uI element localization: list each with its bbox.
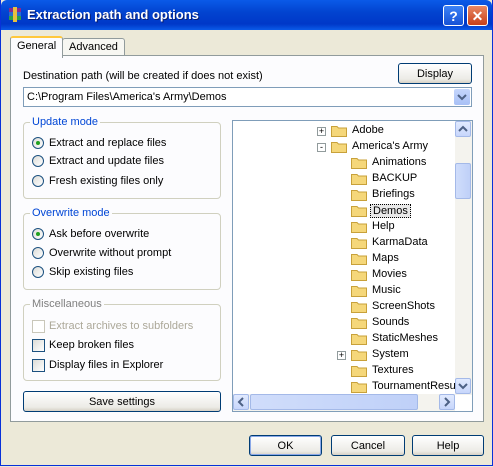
dropdown-arrow-button[interactable] <box>454 89 470 105</box>
cancel-button[interactable]: Cancel <box>331 435 405 456</box>
radio-button[interactable] <box>32 137 44 149</box>
folder-icon <box>351 366 367 377</box>
folder-icon <box>351 302 367 313</box>
folder-icon <box>331 142 347 153</box>
window-title: Extraction path and options <box>27 7 199 22</box>
display-button[interactable]: Display <box>398 63 472 84</box>
folder-icon <box>351 158 367 169</box>
folder-icon <box>351 238 367 249</box>
folder-icon <box>351 318 367 329</box>
chevron-right-icon <box>444 397 451 407</box>
folder-icon <box>351 350 367 361</box>
overwrite-mode-title: Overwrite mode <box>30 207 112 219</box>
title-bar[interactable]: Extraction path and options ? ✕ <box>1 0 492 30</box>
horizontal-scrollbar[interactable] <box>233 394 455 411</box>
update-mode-group: Update mode Extract and replace files Ex… <box>23 116 221 199</box>
checkbox <box>32 320 45 333</box>
tree-folder-label: System <box>372 348 409 360</box>
radio-button[interactable] <box>32 175 44 187</box>
chevron-down-icon <box>458 383 468 390</box>
title-help-button[interactable]: ? <box>443 5 464 26</box>
scroll-right-button[interactable] <box>439 394 455 410</box>
vertical-scrollbar[interactable] <box>455 121 472 395</box>
scroll-down-button[interactable] <box>455 378 471 394</box>
overwrite-mode-group: Overwrite mode Ask before overwrite Over… <box>23 207 221 290</box>
chevron-left-icon <box>237 397 244 407</box>
checkbox-label: Keep broken files <box>49 339 134 351</box>
checkbox-label: Extract archives to subfolders <box>49 320 194 332</box>
folder-icon <box>351 334 367 345</box>
radio-label: Ask before overwrite <box>49 228 150 240</box>
title-close-button[interactable]: ✕ <box>467 5 488 26</box>
tree-folder-label: Animations <box>372 156 427 168</box>
tree-folder-label: BACKUP <box>372 172 418 184</box>
destination-path-combo[interactable]: C:\Program Files\America's Army\Demos <box>23 87 472 107</box>
vertical-scroll-thumb[interactable] <box>455 163 471 199</box>
update-mode-title: Update mode <box>30 116 101 128</box>
winrar-icon <box>9 7 21 22</box>
tab-general[interactable]: General <box>10 36 64 58</box>
folder-icon <box>351 382 367 393</box>
tree-folder-label: TournamentResu <box>372 380 456 392</box>
expand-icon[interactable]: + <box>317 127 326 136</box>
radio-button[interactable] <box>32 155 44 167</box>
radio-button[interactable] <box>32 228 44 240</box>
folder-icon <box>351 190 367 201</box>
tree-folder-label: Textures <box>372 364 414 376</box>
radio-label: Extract and replace files <box>49 137 167 149</box>
collapse-icon[interactable]: - <box>317 143 326 152</box>
destination-path-value: C:\Program Files\America's Army\Demos <box>27 91 227 103</box>
folder-tree[interactable]: + Adobe - America's Army Animations BACKUP Bri… <box>232 120 473 412</box>
folder-icon <box>351 286 367 297</box>
radio-button[interactable] <box>32 266 44 278</box>
folder-icon <box>351 174 367 185</box>
checkbox[interactable] <box>32 359 45 372</box>
help-button[interactable]: Help <box>412 435 484 456</box>
horizontal-scroll-thumb[interactable] <box>250 394 418 410</box>
folder-icon <box>351 254 367 265</box>
folder-icon <box>351 270 367 281</box>
scroll-left-button[interactable] <box>233 394 249 410</box>
tree-folder-label: Demos <box>370 204 411 218</box>
chevron-up-icon <box>458 125 468 132</box>
radio-label: Extract and update files <box>49 155 164 167</box>
scroll-up-button[interactable] <box>455 121 471 137</box>
radio-button[interactable] <box>32 247 44 259</box>
tree-folder-label: ScreenShots <box>372 300 435 312</box>
folder-icon <box>351 222 367 233</box>
tree-folder-label: KarmaData <box>372 236 428 248</box>
tree-folder-label: Briefings <box>372 188 415 200</box>
radio-label: Fresh existing files only <box>49 175 164 187</box>
tree-folder-label: Music <box>372 284 401 296</box>
miscellaneous-title: Miscellaneous <box>30 298 104 310</box>
chevron-down-icon <box>457 94 467 101</box>
radio-label: Overwrite without prompt <box>49 247 172 259</box>
tree-folder-label: Maps <box>372 252 399 264</box>
tree-folder-label: America's Army <box>352 140 429 152</box>
tree-folder-label: Movies <box>372 268 407 280</box>
dialog-window: Extraction path and options ? ✕ General … <box>0 0 493 466</box>
tree-folder-label: StaticMeshes <box>372 332 439 344</box>
checkbox[interactable] <box>32 339 45 352</box>
ok-button[interactable]: OK <box>249 435 322 456</box>
save-settings-button[interactable]: Save settings <box>23 391 221 412</box>
tree-folder-label: Sounds <box>372 316 410 328</box>
checkbox-label: Display files in Explorer <box>49 359 164 371</box>
folder-icon <box>331 126 347 137</box>
folder-icon <box>351 206 367 217</box>
tree-folder-label: Adobe <box>352 124 384 136</box>
expand-icon[interactable]: + <box>337 351 346 360</box>
miscellaneous-group: Miscellaneous Extract archives to subfol… <box>23 298 221 381</box>
tree-folder-label: Help <box>372 220 395 232</box>
destination-label: Destination path (will be created if doe… <box>23 70 263 82</box>
radio-label: Skip existing files <box>49 266 134 278</box>
